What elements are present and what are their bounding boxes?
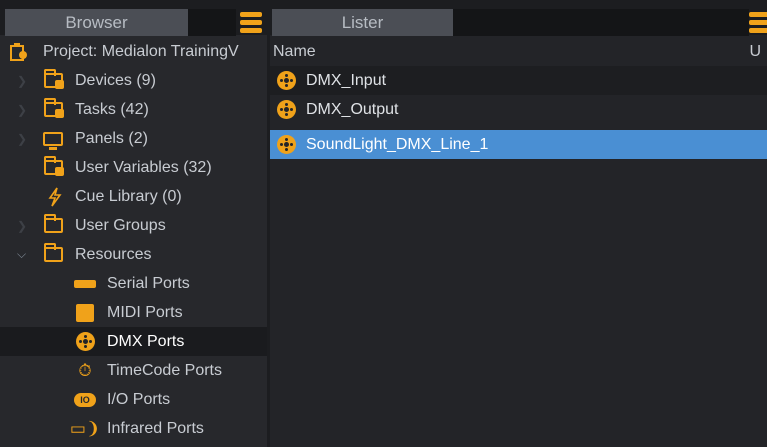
tree-item-label: Cue Library (0) — [75, 187, 182, 205]
tree-item-tasks[interactable]: ❯ Tasks (42) — [0, 95, 267, 124]
tree-item-user-variables[interactable]: User Variables (32) — [0, 153, 267, 182]
lister-tab-fill — [453, 9, 749, 36]
collapse-caret-icon[interactable]: ⌵ — [17, 247, 26, 262]
tree-item-label: User Variables (32) — [75, 158, 212, 176]
folder-gear-icon — [42, 69, 64, 92]
timecode-icon: ⏱ — [78, 361, 92, 380]
dmx-port-icon — [275, 99, 297, 121]
tree-item-label: I/O Ports — [107, 390, 171, 408]
tree-project-root[interactable]: Project: Medialon TrainingV — [0, 37, 267, 66]
tree-item-label: TimeCode Ports — [107, 361, 222, 379]
tree-item-resources[interactable]: ⌵ Resources — [0, 240, 267, 269]
browser-tab[interactable]: Browser — [5, 9, 188, 36]
tree-project-label: Project: Medialon TrainingV — [43, 42, 239, 60]
midi-port-icon — [74, 302, 96, 324]
browser-tabbar: Browser — [0, 0, 267, 36]
tree-item-label: User Groups — [75, 216, 166, 234]
lister-row-dmx-input[interactable]: DMX_Input — [270, 66, 767, 95]
tree-item-io-ports[interactable]: IO I/O Ports — [0, 385, 267, 414]
lister-menu-icon[interactable] — [749, 9, 767, 36]
folder-tasks-icon — [42, 98, 64, 121]
lister-row-dmx-output[interactable]: DMX_Output — [270, 95, 767, 124]
serial-port-icon — [74, 273, 96, 295]
lister-row-soundlight-dmx-line-1[interactable]: SoundLight_DMX_Line_1 — [270, 130, 767, 159]
project-icon — [8, 41, 30, 63]
tree-item-serial-ports[interactable]: Serial Ports — [0, 269, 267, 298]
lister-tab[interactable]: Lister — [272, 9, 453, 36]
expand-caret-icon[interactable]: ❯ — [17, 103, 27, 117]
dmx-port-icon — [275, 134, 297, 156]
tree-item-timecode-ports[interactable]: ⏱ TimeCode Ports — [0, 356, 267, 385]
lister-row-label: DMX_Output — [306, 100, 399, 118]
tree-item-label: Infrared Ports — [107, 419, 204, 437]
infrared-icon: ▭❩ — [69, 419, 101, 438]
tree-item-label: MIDI Ports — [107, 303, 183, 321]
lightning-icon — [44, 186, 66, 208]
lister-row-label: SoundLight_DMX_Line_1 — [306, 135, 489, 153]
tree-item-devices[interactable]: ❯ Devices (9) — [0, 66, 267, 95]
folder-icon — [42, 214, 64, 237]
tree-item-user-groups[interactable]: ❯ User Groups — [0, 211, 267, 240]
expand-caret-icon[interactable]: ❯ — [17, 74, 27, 88]
tree-item-label: Tasks (42) — [75, 100, 149, 118]
lister-column-header: Name U — [270, 40, 767, 64]
tree-item-label: Panels (2) — [75, 129, 148, 147]
browser-panel: Browser Project: Medialon TrainingV ❯ De… — [0, 0, 267, 447]
tree-item-label: DMX Ports — [107, 332, 185, 350]
expand-caret-icon[interactable]: ❯ — [17, 219, 27, 233]
dmx-port-icon — [275, 70, 297, 92]
folder-variables-icon — [42, 156, 64, 179]
tree-item-dmx-ports[interactable]: DMX Ports — [0, 327, 267, 356]
column-name-header[interactable]: Name — [273, 43, 316, 61]
io-port-icon: IO — [74, 389, 96, 411]
tree-item-infrared-ports[interactable]: ▭❩ Infrared Ports — [0, 414, 267, 443]
expand-caret-icon[interactable]: ❯ — [17, 132, 27, 146]
tree-item-midi-ports[interactable]: MIDI Ports — [0, 298, 267, 327]
tree-item-label: Resources — [75, 245, 152, 263]
tree-item-label: Devices (9) — [75, 71, 156, 89]
folder-open-icon — [42, 243, 64, 266]
browser-tab-fill — [188, 9, 236, 36]
monitor-icon — [42, 128, 64, 150]
tree-item-label: Serial Ports — [107, 274, 190, 292]
lister-tabbar: Lister — [270, 0, 767, 36]
tree-item-panels[interactable]: ❯ Panels (2) — [0, 124, 267, 153]
lister-panel: Lister Name U DMX_Input DMX_Output Sound… — [270, 0, 767, 447]
browser-menu-icon[interactable] — [240, 9, 262, 36]
tree-item-cue-library[interactable]: Cue Library (0) — [0, 182, 267, 211]
lister-row-label: DMX_Input — [306, 71, 387, 89]
dmx-port-icon — [74, 331, 96, 353]
column-u-header[interactable]: U — [749, 43, 761, 61]
